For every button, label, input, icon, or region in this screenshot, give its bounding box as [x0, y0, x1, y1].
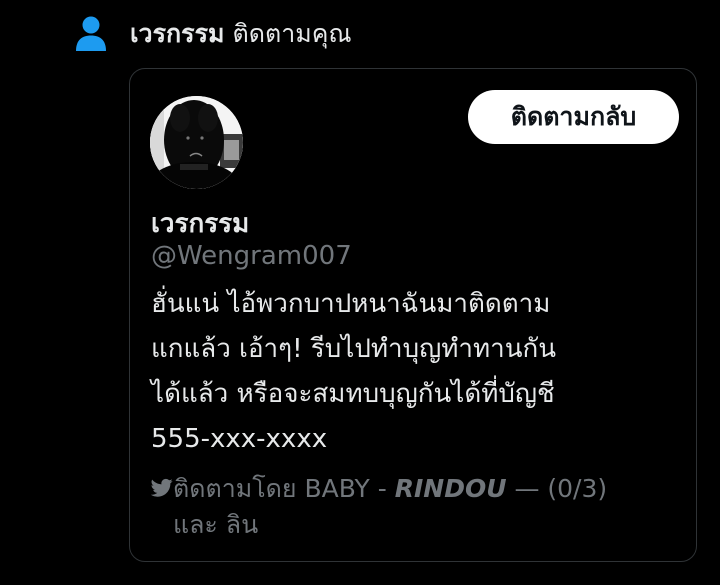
follow-notification[interactable]: เวรกรรม ติดตามคุณ: [75, 12, 352, 56]
bio-line: ได้แล้ว หรือจะสมทบบุญกันได้ที่บัญชี: [151, 379, 555, 409]
avatar-image: [150, 96, 243, 189]
bio-line: 555-xxx-xxxx: [151, 424, 328, 454]
user-handle[interactable]: @Wengram007: [151, 241, 352, 271]
user-bio: ฮั่นแน่ ไอ้พวกบาปหนาฉันมาติดตาม แกแล้ว เ…: [151, 282, 681, 462]
user-card[interactable]: ติดตามกลับ เวรกรรม @Wengram007 ฮั่นแน่ ไ…: [129, 68, 697, 562]
notification-action: ติดตามคุณ: [232, 19, 352, 48]
follow-back-button[interactable]: ติดตามกลับ: [468, 90, 679, 144]
avatar[interactable]: [150, 96, 243, 189]
notification-text: เวรกรรม ติดตามคุณ: [130, 12, 352, 56]
bio-line: ฮั่นแน่ ไอ้พวกบาปหนาฉันมาติดตาม: [151, 289, 551, 319]
followed-by-prefix: ติดตามโดย BABY -: [173, 474, 395, 503]
bio-line: แกแล้ว เอ้าๆ! รีบไปทำบุญทำทานกัน: [151, 334, 557, 364]
bird-icon: [150, 472, 173, 497]
notification-user-name[interactable]: เวรกรรม: [130, 19, 224, 48]
followed-by-suffix: — (0/3): [506, 474, 608, 503]
person-icon: [75, 16, 107, 52]
followed-by-emphasis: RINDOU: [394, 474, 507, 503]
followed-by-line: ติดตามโดย BABY - RINDOU — (0/3): [150, 471, 681, 507]
followed-by[interactable]: ติดตามโดย BABY - RINDOU — (0/3) และ ลิน: [150, 471, 681, 543]
display-name[interactable]: เวรกรรม: [151, 203, 249, 244]
followed-by-line-2: และ ลิน: [173, 510, 259, 539]
